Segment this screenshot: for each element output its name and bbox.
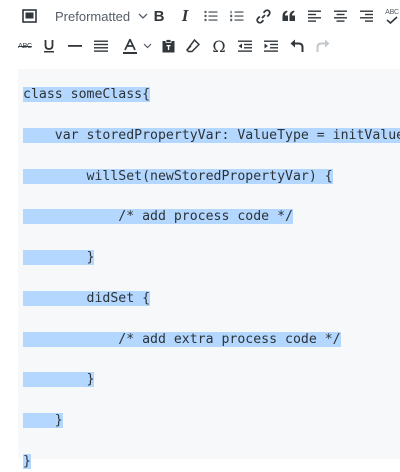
code-line-text: class someClass{	[23, 87, 151, 102]
toolbar-row-2: ABC Ω	[0, 30, 400, 62]
chevron-down-icon	[143, 43, 151, 49]
blockquote-button[interactable]	[280, 2, 298, 30]
code-line-text: }	[23, 454, 31, 470]
align-left-icon	[308, 10, 321, 22]
spellcheck-label: ABC	[385, 8, 399, 16]
italic-icon: I	[181, 6, 189, 25]
indent-icon	[264, 40, 278, 52]
chevron-down-icon	[138, 13, 148, 19]
redo-icon	[316, 39, 330, 52]
numbered-list-button[interactable]	[228, 2, 246, 30]
code-line: willSet(newStoredPropertyVar) {	[23, 167, 400, 187]
underline-icon	[44, 40, 54, 53]
bullet-list-button[interactable]	[202, 2, 220, 30]
align-left-button[interactable]	[306, 2, 324, 30]
strikethrough-button[interactable]: ABC	[16, 32, 34, 60]
decrease-indent-button[interactable]	[236, 32, 254, 60]
clear-formatting-button[interactable]	[184, 32, 202, 60]
numbered-list-icon	[230, 10, 244, 22]
code-line-text: }	[23, 413, 63, 429]
code-line-text: }	[23, 250, 95, 266]
code-line-text: /* add extra process code */	[23, 331, 341, 347]
outdent-icon	[238, 40, 252, 52]
code-line-text: didSet {	[23, 290, 151, 306]
code-line-text: /* add process code */	[23, 209, 293, 225]
increase-indent-button[interactable]	[262, 32, 280, 60]
code-line-text: var storedPropertyVar: ValueType = initV…	[23, 127, 400, 143]
strikethrough-icon: ABC	[18, 42, 32, 50]
underline-button[interactable]	[40, 32, 58, 60]
link-icon	[255, 8, 271, 24]
code-block[interactable]: class someClass{ var storedPropertyVar: …	[23, 85, 400, 472]
code-line: didSet {	[23, 289, 400, 309]
toolbar-row-1: Preformatted B I ABC	[0, 0, 400, 32]
blockquote-icon	[282, 10, 295, 21]
undo-button[interactable]	[288, 32, 306, 60]
code-line: class someClass{	[23, 85, 400, 105]
omega-icon: Ω	[212, 36, 226, 56]
link-button[interactable]	[254, 2, 272, 30]
align-right-icon	[360, 10, 373, 22]
justify-button[interactable]	[92, 32, 110, 60]
bullet-list-icon	[204, 10, 218, 22]
horizontal-line-icon	[68, 45, 82, 47]
bold-icon: B	[153, 7, 165, 25]
checkmark-icon	[386, 15, 398, 24]
code-line: var storedPropertyVar: ValueType = initV…	[23, 126, 400, 146]
code-line-text: willSet(newStoredPropertyVar) {	[23, 168, 333, 184]
paste-as-text-button[interactable]	[159, 32, 177, 60]
spellcheck-button[interactable]: ABC	[384, 2, 400, 30]
horizontal-line-button[interactable]	[66, 32, 84, 60]
bold-button[interactable]: B	[150, 2, 168, 30]
toggle-toolbar-button[interactable]	[18, 2, 40, 30]
code-line: /* add extra process code */	[23, 330, 400, 350]
align-center-button[interactable]	[332, 2, 350, 30]
kitchen-sink-icon	[21, 9, 37, 23]
code-line: }	[23, 452, 400, 472]
code-line: /* add process code */	[23, 207, 400, 227]
code-line: }	[23, 411, 400, 431]
eraser-icon	[186, 39, 200, 53]
text-color-button[interactable]	[119, 32, 155, 60]
redo-button[interactable]	[314, 32, 332, 60]
format-select[interactable]: Preformatted	[51, 2, 152, 30]
code-line-text: }	[23, 372, 95, 388]
align-right-button[interactable]	[358, 2, 376, 30]
align-justify-icon	[94, 40, 108, 52]
code-line: }	[23, 370, 400, 390]
text-color-icon	[122, 38, 137, 54]
align-center-icon	[334, 10, 347, 22]
undo-icon	[290, 39, 304, 52]
italic-button[interactable]: I	[176, 2, 194, 30]
special-character-button[interactable]: Ω	[210, 32, 228, 60]
clipboard-icon	[162, 39, 174, 53]
code-line: }	[23, 248, 400, 268]
format-select-value: Preformatted	[55, 8, 131, 24]
